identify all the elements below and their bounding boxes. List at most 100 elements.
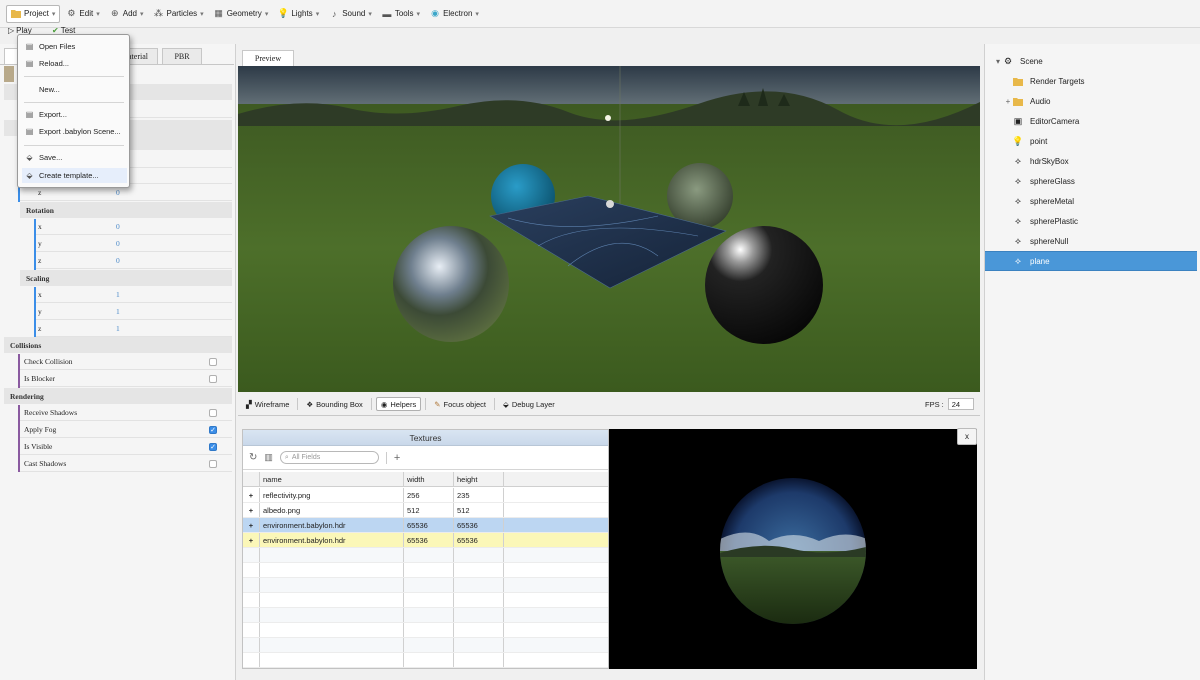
folder-icon: [11, 9, 21, 19]
menu-item-reload[interactable]: ▤ Reload...: [22, 56, 127, 71]
menu-geometry[interactable]: ▦ Geometry ▾: [210, 5, 273, 23]
cell-height: 65536: [454, 518, 504, 532]
menu-item-create-template[interactable]: ⬙ Create template...: [22, 168, 127, 183]
wireframe-toggle[interactable]: ▞ Wireframe: [242, 397, 293, 411]
table-row[interactable]: + albedo.png 512 512: [243, 503, 608, 518]
table-row[interactable]: + reflectivity.png 256 235: [243, 488, 608, 503]
scaling-header[interactable]: Scaling: [20, 270, 232, 286]
save-icon: ⬙: [26, 153, 33, 162]
tab-pbr[interactable]: PBR: [162, 48, 202, 64]
axis-value[interactable]: 1: [116, 324, 120, 333]
column-header-name[interactable]: name: [260, 472, 404, 486]
chevron-down-icon: ▾: [139, 10, 144, 18]
menu-label: Sound: [342, 9, 366, 18]
receive-shadows-checkbox[interactable]: [209, 408, 217, 417]
tree-item-sphereglass[interactable]: ⟡ sphereGlass: [985, 171, 1197, 191]
focus-object-button[interactable]: ✎ Focus object: [430, 397, 490, 411]
column-header-width[interactable]: width: [404, 472, 454, 486]
menu-tools[interactable]: ▬ Tools ▾: [378, 5, 424, 23]
tree-item-plane[interactable]: ⟡ plane: [985, 251, 1197, 271]
tree-item-label: sphereMetal: [1030, 196, 1075, 206]
menu-item-open-files[interactable]: ▤ Open Files: [22, 39, 127, 54]
tab-preview[interactable]: Preview: [242, 50, 294, 66]
menu-edit[interactable]: ⚙ Edit ▾: [62, 5, 103, 23]
rendering-header[interactable]: Rendering: [4, 388, 232, 404]
menu-sound[interactable]: ♪ Sound ▾: [325, 5, 376, 23]
mesh-icon: ⟡: [1015, 155, 1021, 166]
is-blocker-checkbox[interactable]: [209, 374, 217, 383]
add-icon[interactable]: +: [394, 452, 400, 464]
tree-item-audio[interactable]: + Audio: [985, 91, 1197, 111]
axis-value[interactable]: 0: [116, 222, 120, 231]
menu-item-new[interactable]: New...: [22, 82, 127, 97]
columns-icon[interactable]: ▥: [264, 452, 273, 463]
tab-general[interactable]: [4, 48, 18, 64]
axis-value[interactable]: 1: [116, 290, 120, 299]
tree-item-render-targets[interactable]: Render Targets: [985, 71, 1197, 91]
expand-icon[interactable]: +: [243, 518, 260, 532]
section-title: Rendering: [10, 391, 44, 401]
tree-item-label: plane: [1030, 256, 1050, 266]
axis-value[interactable]: 1: [116, 307, 120, 316]
export-icon: ▤: [25, 127, 34, 136]
table-row-hover[interactable]: + environment.babylon.hdr 65536 65536: [243, 533, 608, 548]
menu-project[interactable]: Project ▾: [6, 4, 61, 23]
play-icon: ▷: [8, 26, 15, 35]
helpers-toggle[interactable]: ◉ Helpers: [375, 397, 422, 411]
scaling-y-row: y 1: [36, 304, 232, 320]
axis-label: x: [38, 222, 42, 231]
3d-viewport[interactable]: [238, 66, 980, 392]
light-icon: 💡: [1012, 135, 1024, 146]
search-input[interactable]: ⌕ All Fields: [279, 451, 379, 464]
expand-icon[interactable]: +: [243, 533, 260, 547]
table-row-selected[interactable]: + environment.babylon.hdr 65536 65536: [243, 518, 608, 533]
tree-item-sphereplastic[interactable]: ⟡ spherePlastic: [985, 211, 1197, 231]
tree-item-point[interactable]: 💡 point: [985, 131, 1197, 151]
tree-item-hdrskybox[interactable]: ⟡ hdrSkyBox: [985, 151, 1197, 171]
cell-name: albedo.png: [260, 503, 404, 517]
menu-item-export[interactable]: ▤ Export...: [22, 107, 127, 122]
apply-fog-checkbox[interactable]: ✓: [209, 425, 217, 434]
expand-icon[interactable]: +: [243, 488, 260, 502]
menu-lights[interactable]: 💡 Lights ▾: [274, 5, 323, 23]
menu-item-label: Reload...: [39, 59, 70, 68]
check-collision-checkbox[interactable]: [209, 357, 217, 366]
debug-layer-button[interactable]: ⬙ Debug Layer: [499, 397, 559, 411]
menu-particles[interactable]: ⁂ Particles ▾: [149, 5, 207, 23]
collapse-icon[interactable]: ▾: [993, 57, 1003, 66]
bounding-box-toggle[interactable]: ❖ Bounding Box: [302, 397, 366, 411]
search-placeholder: All Fields: [291, 454, 321, 461]
textures-grid: Textures ↻ ▥ ⌕ All Fields + name width h…: [242, 429, 609, 669]
cast-shadows-checkbox[interactable]: [209, 459, 217, 468]
menu-item-save[interactable]: ⬙ Save...: [22, 150, 127, 165]
menu-item-label: Open Files: [39, 42, 76, 51]
section-header-marker: [4, 66, 14, 82]
menu-item-export-babylon[interactable]: ▤ Export .babylon Scene...: [22, 124, 127, 139]
tree-item-spheremetal[interactable]: ⟡ sphereMetal: [985, 191, 1197, 211]
axis-value[interactable]: 0: [116, 256, 120, 265]
chevron-down-icon: ▾: [264, 10, 269, 18]
tool-label: Focus object: [443, 399, 487, 409]
column-header-height[interactable]: height: [454, 472, 504, 486]
close-preview-button[interactable]: x: [957, 428, 977, 445]
axis-value[interactable]: 0: [116, 239, 120, 248]
expand-icon[interactable]: +: [1003, 97, 1013, 106]
rotation-header[interactable]: Rotation: [20, 202, 232, 218]
property-label: Cast Shadows: [24, 459, 67, 468]
tree-item-label: point: [1030, 136, 1048, 146]
is-visible-checkbox[interactable]: ✓: [209, 442, 217, 451]
menu-electron[interactable]: ◉ Electron ▾: [426, 5, 483, 23]
menu-label: Electron: [443, 9, 473, 18]
tab-label: aterial: [128, 52, 148, 61]
geometry-icon: ▦: [214, 8, 223, 18]
refresh-icon[interactable]: ↻: [249, 452, 257, 463]
tree-item-editorcamera[interactable]: ▣ EditorCamera: [985, 111, 1197, 131]
tree-item-spherenull[interactable]: ⟡ sphereNull: [985, 231, 1197, 251]
tree-item-scene[interactable]: ▾ ⚙ Scene: [985, 51, 1197, 71]
axis-value[interactable]: 0: [116, 188, 120, 197]
debug-icon: ⬙: [503, 399, 509, 409]
expand-icon[interactable]: +: [243, 503, 260, 517]
menu-label: Particles: [166, 9, 198, 18]
menu-add[interactable]: ⊕ Add ▾: [106, 5, 148, 23]
collisions-header[interactable]: Collisions: [4, 337, 232, 353]
